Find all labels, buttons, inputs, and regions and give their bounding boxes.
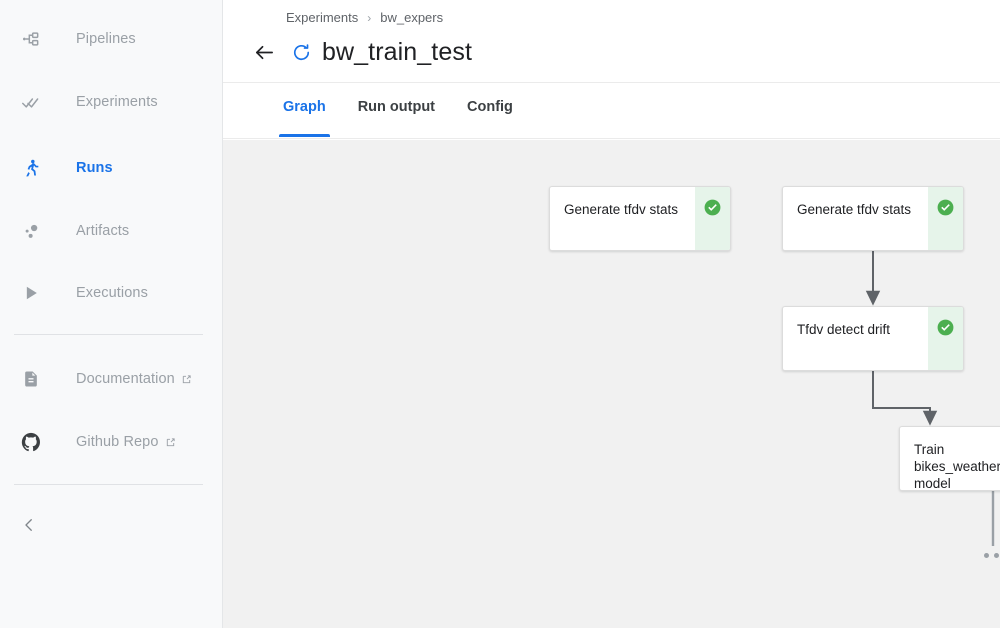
tab-bar: Graph Run output Config bbox=[223, 83, 1000, 139]
check-circle-icon bbox=[703, 198, 722, 217]
sidebar-item-label: Executions bbox=[76, 285, 148, 301]
app-root: Pipelines Experiments Runs Artifacts Exe… bbox=[0, 0, 1000, 628]
graph-node[interactable]: Generate tfdv stats bbox=[782, 186, 964, 251]
breadcrumb-item-bw-expers[interactable]: bw_expers bbox=[380, 10, 443, 25]
check-circle-icon bbox=[936, 198, 955, 217]
graph-node-label: Generate tfdv stats bbox=[797, 202, 912, 217]
executions-icon bbox=[18, 280, 44, 306]
chevron-left-icon bbox=[20, 516, 38, 539]
external-link-icon bbox=[165, 437, 176, 448]
page-header: Experiments › bw_expers bw_train_test bbox=[223, 0, 1000, 83]
tab-label: Graph bbox=[283, 99, 326, 115]
breadcrumb-item-experiments[interactable]: Experiments bbox=[286, 10, 358, 25]
breadcrumb-separator-icon: › bbox=[367, 10, 372, 25]
graph-node-status bbox=[928, 187, 963, 250]
sidebar-item-label: Runs bbox=[76, 160, 113, 176]
sidebar: Pipelines Experiments Runs Artifacts Exe… bbox=[0, 0, 223, 628]
sidebar-item-runs[interactable]: Runs bbox=[0, 147, 223, 189]
tab-config[interactable]: Config bbox=[451, 83, 529, 137]
sidebar-item-executions[interactable]: Executions bbox=[0, 272, 223, 314]
tab-graph[interactable]: Graph bbox=[267, 83, 342, 137]
sidebar-item-label: Pipelines bbox=[76, 31, 136, 47]
runs-icon bbox=[18, 155, 44, 181]
tab-label: Run output bbox=[357, 99, 436, 115]
sidebar-item-documentation[interactable]: Documentation bbox=[0, 358, 223, 400]
pipelines-icon bbox=[18, 26, 44, 52]
page-title: bw_train_test bbox=[322, 37, 472, 66]
sidebar-divider-bottom bbox=[14, 484, 203, 485]
sidebar-collapse-button[interactable] bbox=[14, 512, 44, 542]
refresh-running-icon bbox=[291, 42, 311, 62]
main-content: Experiments › bw_expers bw_train_test Gr… bbox=[223, 0, 1000, 628]
graph-canvas[interactable]: Generate tfdv stats Generate tfdv stats bbox=[223, 140, 1000, 628]
sidebar-item-artifacts[interactable]: Artifacts bbox=[0, 210, 223, 252]
title-row: bw_train_test bbox=[248, 36, 472, 68]
ellipsis-more-icon[interactable] bbox=[984, 553, 1000, 558]
back-arrow-icon[interactable] bbox=[248, 36, 280, 68]
github-icon bbox=[18, 429, 44, 455]
graph-node[interactable]: Generate tfdv stats bbox=[549, 186, 731, 251]
experiments-icon bbox=[18, 89, 44, 115]
sidebar-item-label: Artifacts bbox=[76, 223, 130, 239]
check-circle-icon bbox=[936, 318, 955, 337]
document-icon bbox=[18, 366, 44, 392]
sidebar-item-github-repo[interactable]: Github Repo bbox=[0, 421, 223, 463]
sidebar-item-label: Experiments bbox=[76, 94, 158, 110]
breadcrumb: Experiments › bw_expers bbox=[286, 10, 443, 25]
graph-node-label: Tfdv detect drift bbox=[797, 322, 891, 337]
graph-node[interactable]: Train bikes_weather model bbox=[899, 426, 1000, 491]
artifacts-icon bbox=[18, 218, 44, 244]
tab-label: Config bbox=[467, 99, 513, 115]
external-link-icon bbox=[181, 374, 192, 385]
graph-node[interactable]: Tfdv detect drift bbox=[782, 306, 964, 371]
tab-run-output[interactable]: Run output bbox=[342, 83, 451, 137]
sidebar-item-pipelines[interactable]: Pipelines bbox=[0, 18, 223, 60]
sidebar-item-label: Documentation bbox=[76, 371, 175, 387]
sidebar-item-experiments[interactable]: Experiments bbox=[0, 81, 223, 123]
sidebar-item-label: Github Repo bbox=[76, 434, 159, 450]
graph-node-label: Train bikes_weather model bbox=[914, 442, 1000, 491]
graph-node-status bbox=[928, 307, 963, 370]
sidebar-divider-top bbox=[14, 334, 203, 335]
graph-node-label: Generate tfdv stats bbox=[564, 202, 679, 217]
graph-node-status bbox=[695, 187, 730, 250]
